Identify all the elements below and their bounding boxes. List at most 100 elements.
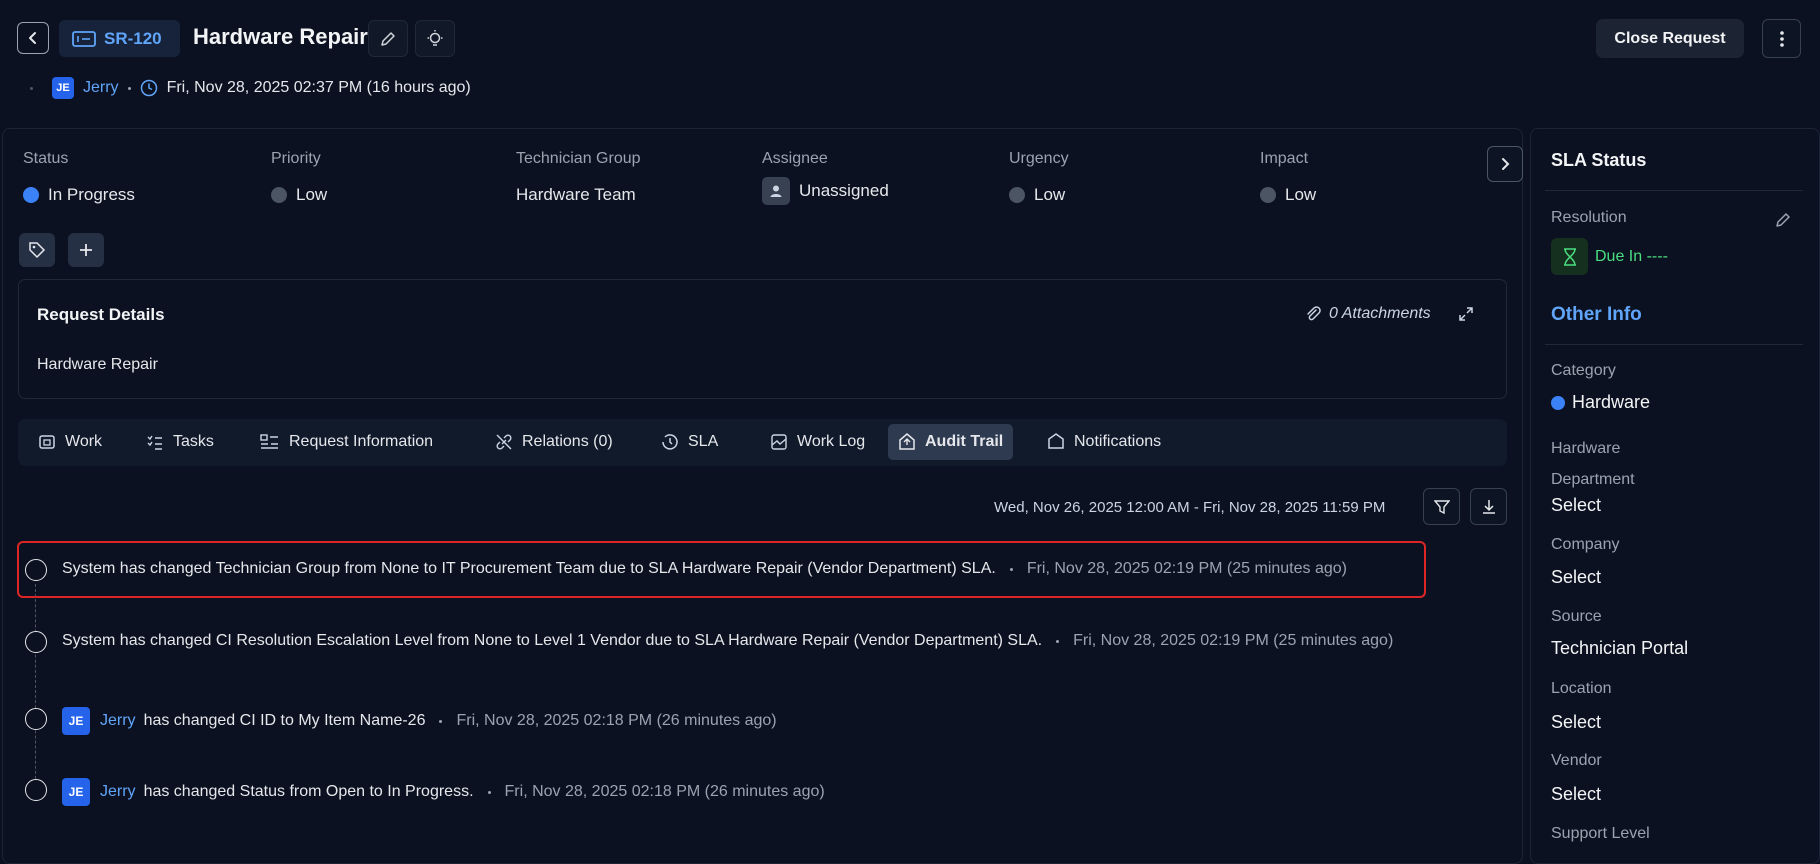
request-description: Hardware Repair — [37, 356, 158, 373]
priority-dot — [271, 187, 287, 203]
tab-work[interactable]: Work — [28, 424, 112, 460]
chevron-left-icon — [29, 32, 36, 44]
audit-date-range[interactable]: Wed, Nov 26, 2025 12:00 AM - Fri, Nov 28… — [994, 499, 1385, 516]
tab-label: Tasks — [173, 433, 214, 450]
audit-entry-text: has changed Status from Open to In Progr… — [143, 783, 474, 800]
tags-button[interactable] — [19, 233, 55, 267]
tab-bar: Work Tasks Request Information Relations… — [18, 419, 1507, 466]
field-assignee[interactable]: Assignee Unassigned — [762, 150, 889, 205]
requester-link[interactable]: Jerry — [83, 79, 119, 97]
next-fields-button[interactable] — [1487, 146, 1523, 182]
timeline-node — [25, 779, 47, 801]
ticket-icon — [72, 30, 96, 47]
due-text: Due In ---- — [1595, 247, 1668, 265]
tab-label: Work Log — [797, 433, 866, 450]
back-button[interactable] — [17, 22, 49, 54]
filter-button[interactable] — [1423, 488, 1460, 525]
main-panel — [2, 128, 1523, 864]
chevron-right-icon — [1502, 158, 1510, 170]
audit-entry-time: Fri, Nov 28, 2025 02:18 PM (26 minutes a… — [456, 712, 777, 729]
tab-request-information[interactable]: Request Information — [250, 424, 443, 460]
separator-dot — [439, 719, 443, 723]
hardware-department-value[interactable]: Select — [1551, 495, 1601, 516]
category-dot — [1551, 395, 1565, 410]
audit-trail-icon — [899, 433, 915, 450]
ticket-id-chip[interactable]: SR-120 — [59, 20, 180, 57]
edit-title-button[interactable] — [368, 20, 408, 57]
field-label: Impact — [1260, 150, 1309, 167]
tab-notifications[interactable]: Notifications — [1037, 424, 1171, 460]
tab-work-log[interactable]: Work Log — [760, 424, 875, 460]
vendor-value[interactable]: Select — [1551, 784, 1601, 805]
info-label: Company — [1551, 536, 1620, 553]
tab-label: Work — [65, 433, 103, 450]
separator-dot — [30, 86, 33, 90]
field-label: Assignee — [762, 150, 828, 167]
field-value: In Progress — [48, 185, 135, 204]
info-value: Hardware — [1572, 392, 1651, 412]
expand-icon[interactable] — [1458, 306, 1474, 322]
audit-entry-4: JE Jerry has changed Status from Open to… — [62, 778, 825, 806]
divider — [1545, 190, 1803, 191]
field-status[interactable]: Status In Progress — [23, 150, 135, 205]
info-label: Vendor — [1551, 752, 1602, 769]
field-label: Urgency — [1009, 150, 1069, 167]
suggestion-button[interactable] — [415, 20, 455, 57]
request-details-card — [18, 279, 1507, 399]
user-link[interactable]: Jerry — [100, 783, 136, 801]
avatar: JE — [62, 778, 90, 806]
field-technician-group[interactable]: Technician Group Hardware Team — [516, 150, 641, 205]
user-link[interactable]: Jerry — [100, 712, 136, 730]
attachments-count: 0 Attachments — [1329, 305, 1431, 322]
audit-entry-time: Fri, Nov 28, 2025 02:19 PM (25 minutes a… — [1026, 560, 1347, 577]
field-label: Technician Group — [516, 150, 641, 167]
field-impact[interactable]: Impact Low — [1260, 150, 1316, 205]
download-button[interactable] — [1470, 488, 1507, 525]
other-info-title: Other Info — [1551, 304, 1642, 325]
audit-entry-time: Fri, Nov 28, 2025 02:18 PM (26 minutes a… — [504, 783, 825, 800]
add-button[interactable] — [68, 233, 104, 267]
location-value[interactable]: Select — [1551, 712, 1601, 733]
company-value[interactable]: Select — [1551, 567, 1601, 588]
tab-relations[interactable]: Relations (0) — [485, 424, 623, 460]
tab-tasks[interactable]: Tasks — [136, 424, 224, 460]
field-priority[interactable]: Priority Low — [271, 150, 327, 205]
field-value: Low — [1285, 185, 1317, 204]
request-info-icon — [260, 434, 278, 449]
tab-audit-trail[interactable]: Audit Trail — [888, 424, 1014, 460]
user-placeholder-icon — [762, 177, 790, 205]
lightbulb-icon — [427, 29, 443, 46]
category-value[interactable]: Hardware — [1551, 392, 1650, 413]
field-urgency[interactable]: Urgency Low — [1009, 150, 1069, 205]
edit-sla-button[interactable] — [1774, 211, 1792, 229]
attachments-link[interactable]: 0 Attachments — [1305, 305, 1474, 323]
resolution-label: Resolution — [1551, 209, 1627, 226]
sla-status-title: SLA Status — [1551, 150, 1647, 170]
tab-label: SLA — [688, 433, 719, 450]
status-dot — [23, 187, 39, 203]
hourglass-icon — [1551, 238, 1588, 275]
divider — [1545, 344, 1803, 345]
separator-dot — [487, 790, 491, 794]
separator-dot — [1009, 567, 1013, 571]
audit-entry-3: JE Jerry has changed CI ID to My Item Na… — [62, 707, 777, 735]
info-label: Hardware Department — [1551, 440, 1635, 488]
source-value[interactable]: Technician Portal — [1551, 638, 1688, 659]
more-options-button[interactable] — [1762, 19, 1801, 58]
request-meta: JE Jerry Fri, Nov 28, 2025 02:37 PM (16 … — [30, 77, 471, 99]
field-value: Unassigned — [799, 181, 889, 200]
field-value: Hardware Team — [516, 185, 636, 204]
tab-label: Request Information — [289, 433, 434, 450]
close-request-button[interactable]: Close Request — [1596, 19, 1744, 58]
created-at: Fri, Nov 28, 2025 02:37 PM (16 hours ago… — [166, 79, 471, 96]
timeline-connector — [35, 584, 36, 794]
tab-label: Relations (0) — [522, 433, 613, 450]
separator-dot — [127, 86, 131, 90]
audit-entry-2: System has changed CI Resolution Escalat… — [62, 632, 1393, 650]
audit-entry-time: Fri, Nov 28, 2025 02:19 PM (25 minutes a… — [1073, 632, 1394, 649]
tab-sla[interactable]: SLA — [651, 424, 728, 460]
request-details-title: Request Details — [37, 305, 165, 324]
notifications-icon — [1048, 433, 1064, 449]
tab-label: Audit Trail — [925, 433, 1004, 450]
field-label: Status — [23, 150, 69, 167]
